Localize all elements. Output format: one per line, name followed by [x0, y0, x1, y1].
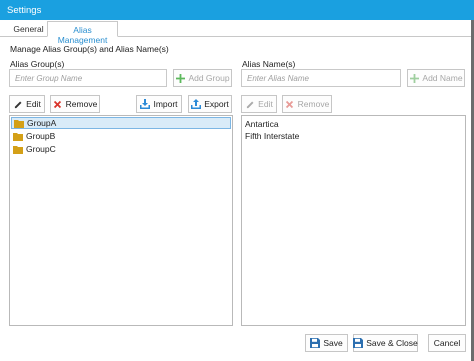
close-icon: [53, 99, 63, 109]
tree-item-groupc[interactable]: GroupC: [11, 143, 56, 155]
import-label: Import: [153, 99, 178, 109]
tab-alias-management[interactable]: Alias Management: [47, 21, 118, 45]
export-button[interactable]: Export: [188, 95, 232, 113]
list-item[interactable]: Fifth Interstate: [245, 131, 299, 141]
save-icon: [353, 338, 364, 348]
names-label: Alias Name(s): [242, 59, 296, 69]
group-name-input[interactable]: [9, 69, 167, 87]
close-icon: [285, 99, 295, 109]
edit-group-button[interactable]: Edit: [9, 95, 45, 113]
window-titlebar: Settings: [0, 0, 474, 20]
save-button[interactable]: Save: [305, 334, 348, 352]
save-icon: [310, 338, 321, 348]
tree-item-label: GroupC: [26, 144, 56, 154]
add-name-label: Add Name: [422, 73, 463, 83]
pencil-icon: [13, 99, 23, 109]
groups-label: Alias Group(s): [10, 59, 65, 69]
remove-name-button[interactable]: Remove: [282, 95, 332, 113]
folder-icon: [13, 144, 23, 154]
plus-icon: [175, 73, 185, 83]
add-group-label: Add Group: [188, 73, 230, 83]
tree-item-groupb[interactable]: GroupB: [11, 130, 55, 142]
tab-strip: General Alias Management: [0, 20, 474, 45]
pencil-icon: [245, 99, 255, 109]
save-close-label: Save & Close: [366, 338, 418, 348]
folder-icon: [14, 118, 24, 128]
remove-name-label: Remove: [297, 99, 330, 109]
save-close-button[interactable]: Save & Close: [353, 334, 418, 352]
remove-group-button[interactable]: Remove: [50, 95, 100, 113]
edit-name-button[interactable]: Edit: [241, 95, 277, 113]
tree-item-label: GroupB: [26, 131, 56, 141]
section-title: Manage Alias Group(s) and Alias Name(s): [10, 44, 169, 54]
edit-group-label: Edit: [26, 99, 41, 109]
tab-general[interactable]: General: [10, 21, 47, 37]
import-icon: [140, 99, 151, 109]
alias-name-input[interactable]: [241, 69, 401, 87]
cancel-label: Cancel: [433, 338, 461, 348]
cancel-button[interactable]: Cancel: [428, 334, 466, 352]
save-label: Save: [323, 338, 343, 348]
group-tree[interactable]: GroupA GroupB GroupC: [9, 115, 233, 326]
export-label: Export: [204, 99, 229, 109]
tree-item-label: GroupA: [27, 118, 57, 128]
folder-icon: [13, 131, 23, 141]
add-name-button[interactable]: Add Name: [407, 69, 465, 87]
plus-icon: [409, 73, 419, 83]
edit-name-label: Edit: [258, 99, 273, 109]
export-icon: [191, 99, 202, 109]
remove-group-label: Remove: [65, 99, 98, 109]
alias-name-list[interactable]: Antartica Fifth Interstate: [241, 115, 466, 326]
add-group-button[interactable]: Add Group: [173, 69, 232, 87]
list-item[interactable]: Antartica: [245, 119, 279, 129]
window-title: Settings: [7, 5, 42, 16]
tree-item-groupa[interactable]: GroupA: [11, 117, 231, 129]
import-button[interactable]: Import: [136, 95, 182, 113]
